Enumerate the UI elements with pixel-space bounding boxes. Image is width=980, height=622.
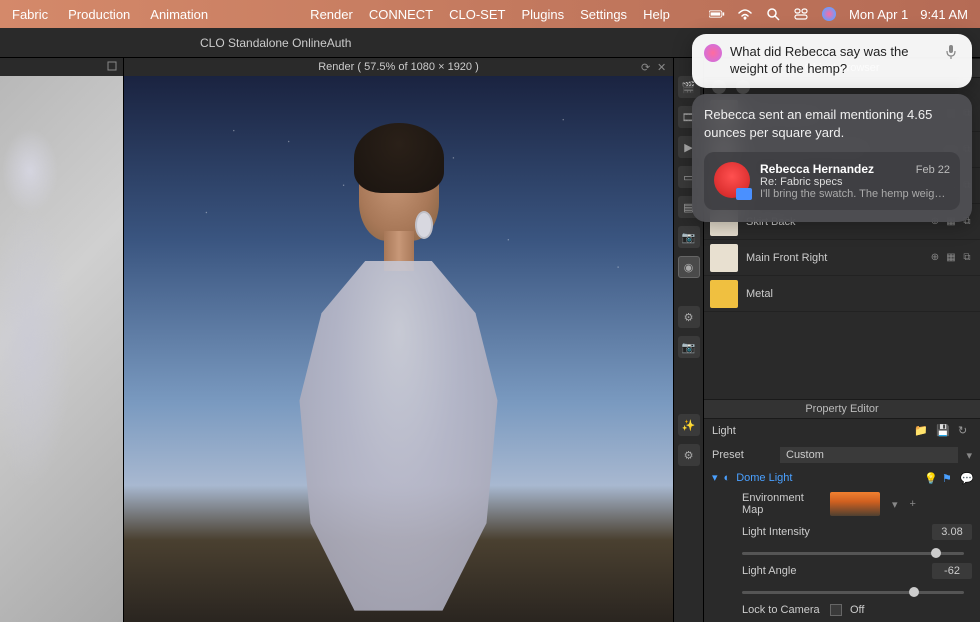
email-preview: I'll bring the swatch. The hemp weighs…: [760, 188, 950, 200]
render-viewport[interactable]: [124, 76, 673, 622]
battery-icon[interactable]: [709, 6, 725, 22]
panel-popout-icon[interactable]: [107, 61, 119, 73]
email-subject: Re: Fabric specs: [760, 176, 950, 188]
siri-answer-bubble: Rebecca sent an email mentioning 4.65 ou…: [692, 94, 972, 222]
siri-question-bubble[interactable]: What did Rebecca say was the weight of t…: [692, 34, 972, 88]
search-icon[interactable]: [765, 6, 781, 22]
menu-closet[interactable]: CLO-SET: [449, 7, 505, 22]
menu-settings[interactable]: Settings: [580, 7, 627, 22]
menu-connect[interactable]: CONNECT: [369, 7, 433, 22]
siri-answer-text: Rebecca sent an email mentioning 4.65 ou…: [704, 106, 960, 142]
dome-light-label: Dome Light: [736, 472, 792, 484]
light-label: Light: [712, 425, 772, 437]
light-angle-label: Light Angle: [712, 565, 822, 577]
siri-logo-icon: [704, 44, 722, 62]
microphone-icon[interactable]: [944, 44, 960, 60]
chevron-down-icon[interactable]: ▾: [966, 449, 972, 462]
env-map-thumbnail[interactable]: [830, 492, 880, 516]
wireframe-panel: [0, 58, 124, 622]
object-thumbnail: [710, 280, 738, 308]
window-title-text: CLO Standalone OnlineAuth: [200, 36, 351, 50]
lock-camera-checkbox[interactable]: [830, 604, 842, 616]
avatar-model: [259, 131, 539, 611]
object-name-label: Main Front Right: [746, 252, 920, 264]
contact-avatar: [714, 162, 750, 198]
control-center-icon[interactable]: [793, 6, 809, 22]
preset-select[interactable]: Custom: [780, 447, 958, 463]
light-angle-value[interactable]: -62: [932, 563, 972, 579]
lock-camera-label: Lock to Camera: [712, 604, 822, 616]
object-name-label: Metal: [746, 288, 974, 300]
menu-render[interactable]: Render: [310, 7, 353, 22]
chevron-down-icon[interactable]: ▾: [892, 498, 898, 511]
tool-camera2-icon[interactable]: 📷: [678, 336, 700, 358]
tool-camera-icon[interactable]: 📷: [678, 226, 700, 248]
menu-animation[interactable]: Animation: [150, 7, 208, 22]
dome-light-row[interactable]: ▾ ◐ Dome Light 💡 ⚑ 💬: [704, 467, 980, 488]
object-thumbnail: [710, 244, 738, 272]
flag-icon[interactable]: ⚑: [942, 472, 954, 484]
wireframe-viewport[interactable]: [0, 76, 123, 622]
render-header-text: Render ( 57.5% of 1080 × 1920 ): [318, 61, 479, 73]
tool-settings-icon[interactable]: ⚙: [678, 444, 700, 466]
tool-gear-icon[interactable]: ⚙: [678, 306, 700, 328]
lightbulb-icon[interactable]: 💡: [924, 472, 936, 484]
add-icon[interactable]: ⊕: [928, 251, 942, 265]
macos-menubar: Fabric Production Animation Render CONNE…: [0, 0, 980, 28]
menubar-date[interactable]: Mon Apr 1: [849, 7, 908, 22]
property-editor-header: Property Editor: [704, 399, 980, 419]
tool-snapshot-icon[interactable]: ◉: [678, 256, 700, 278]
save-icon[interactable]: 💾: [936, 424, 950, 438]
menu-help[interactable]: Help: [643, 7, 670, 22]
reset-icon[interactable]: ↻: [958, 424, 972, 438]
chevron-down-icon[interactable]: ▾: [712, 471, 718, 484]
render-sync-icon[interactable]: ⟳: [641, 61, 653, 73]
render-panel: Render ( 57.5% of 1080 × 1920 ) ⟳ ✕: [124, 58, 674, 622]
siri-question-text: What did Rebecca say was the weight of t…: [730, 44, 936, 78]
wifi-icon[interactable]: [737, 6, 753, 22]
add-icon[interactable]: +: [910, 498, 916, 510]
render-close-icon[interactable]: ✕: [657, 61, 669, 73]
chat-icon[interactable]: 💬: [960, 472, 972, 484]
menu-plugins[interactable]: Plugins: [521, 7, 564, 22]
light-intensity-label: Light Intensity: [712, 526, 822, 538]
menubar-time[interactable]: 9:41 AM: [920, 7, 968, 22]
light-intensity-slider[interactable]: [742, 552, 964, 555]
menu-production[interactable]: Production: [68, 7, 130, 22]
grid-icon[interactable]: ▦: [944, 251, 958, 265]
object-item[interactable]: Metal: [704, 276, 980, 312]
email-date: Feb 22: [916, 164, 950, 176]
env-map-label: Environment Map: [712, 492, 822, 516]
siri-email-card[interactable]: Rebecca Hernandez Feb 22 Re: Fabric spec…: [704, 152, 960, 210]
object-item[interactable]: Main Front Right ⊕▦⧉: [704, 240, 980, 276]
siri-overlay: What did Rebecca say was the weight of t…: [692, 34, 972, 222]
menu-fabric[interactable]: Fabric: [12, 7, 48, 22]
light-intensity-value[interactable]: 3.08: [932, 524, 972, 540]
light-angle-slider[interactable]: [742, 591, 964, 594]
email-sender-name: Rebecca Hernandez: [760, 162, 874, 176]
preset-label: Preset: [712, 449, 772, 461]
folder-icon[interactable]: 📁: [914, 424, 928, 438]
lock-camera-value: Off: [850, 604, 864, 616]
dome-light-icon: ◐: [724, 472, 731, 484]
siri-icon[interactable]: [821, 6, 837, 22]
copy-icon[interactable]: ⧉: [960, 251, 974, 265]
property-editor: Light 📁 💾 ↻ Preset Custom ▾ ▾ ◐ Dome Lig…: [704, 419, 980, 622]
tool-wand-icon[interactable]: ✨: [678, 414, 700, 436]
